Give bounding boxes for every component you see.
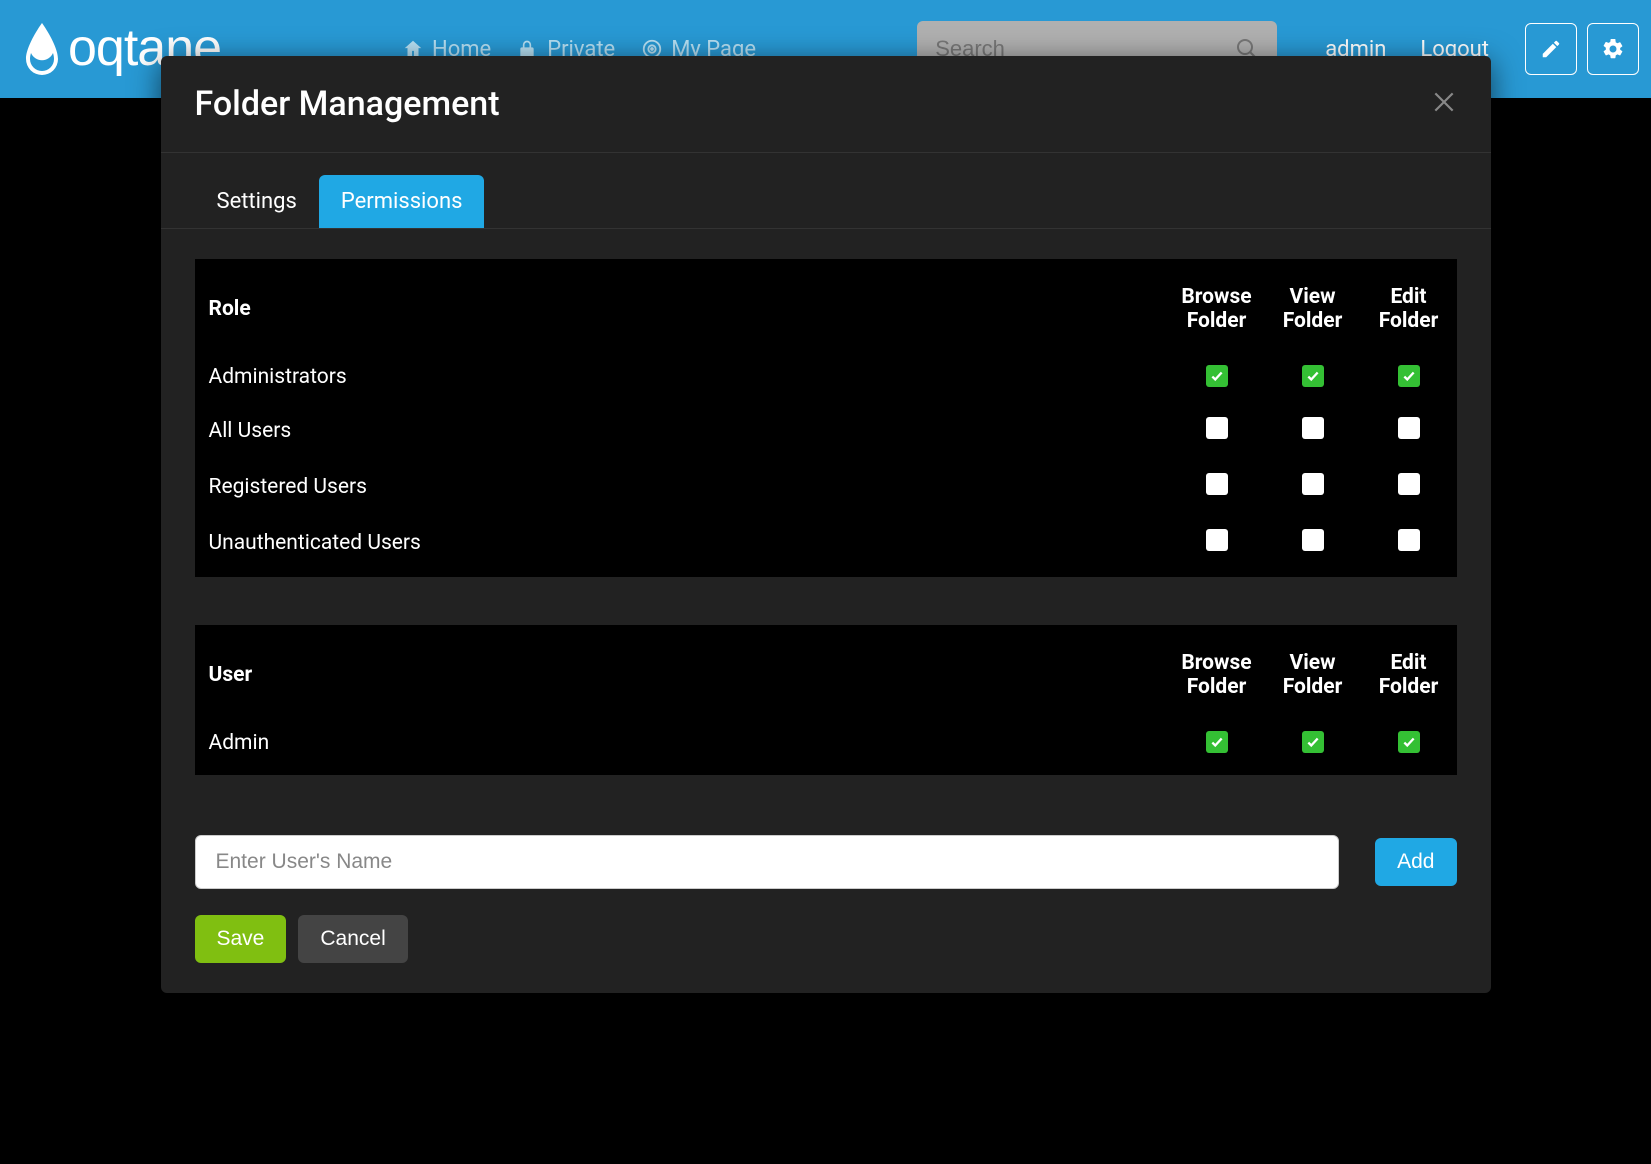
table-row: Unauthenticated Users bbox=[195, 515, 1457, 577]
view-header: ViewFolder bbox=[1265, 625, 1361, 717]
edit-header: EditFolder bbox=[1361, 625, 1457, 717]
role-name: Administrators bbox=[195, 351, 1169, 403]
table-row: Registered Users bbox=[195, 459, 1457, 515]
tab-settings[interactable]: Settings bbox=[195, 175, 319, 228]
browse-header: BrowseFolder bbox=[1169, 259, 1265, 351]
add-user-row: Add bbox=[161, 805, 1491, 901]
role-edit-checkbox[interactable] bbox=[1398, 473, 1420, 495]
role-browse-checkbox[interactable] bbox=[1206, 529, 1228, 551]
edit-header: EditFolder bbox=[1361, 259, 1457, 351]
modal-close-button[interactable] bbox=[1431, 89, 1457, 119]
table-row: Administrators bbox=[195, 351, 1457, 403]
user-header: User bbox=[195, 625, 1169, 717]
save-button[interactable]: Save bbox=[195, 915, 287, 963]
folder-management-modal: Folder Management Settings Permissions R… bbox=[161, 56, 1491, 993]
tab-permissions[interactable]: Permissions bbox=[319, 175, 485, 228]
role-view-checkbox[interactable] bbox=[1302, 473, 1324, 495]
view-header: ViewFolder bbox=[1265, 259, 1361, 351]
user-permissions-table: User BrowseFolder ViewFolder EditFolder … bbox=[195, 625, 1457, 775]
cancel-button[interactable]: Cancel bbox=[298, 915, 407, 963]
table-row: Admin bbox=[195, 717, 1457, 775]
role-edit-checkbox[interactable] bbox=[1398, 417, 1420, 439]
user-name: Admin bbox=[195, 717, 1169, 775]
user-edit-checkbox[interactable] bbox=[1398, 731, 1420, 753]
role-edit-checkbox[interactable] bbox=[1398, 365, 1420, 387]
table-row: All Users bbox=[195, 403, 1457, 459]
modal-footer: Save Cancel bbox=[161, 901, 1491, 963]
role-name: All Users bbox=[195, 403, 1169, 459]
role-browse-checkbox[interactable] bbox=[1206, 365, 1228, 387]
modal-header: Folder Management bbox=[161, 56, 1491, 153]
role-header: Role bbox=[195, 259, 1169, 351]
user-view-checkbox[interactable] bbox=[1302, 731, 1324, 753]
role-name: Unauthenticated Users bbox=[195, 515, 1169, 577]
role-view-checkbox[interactable] bbox=[1302, 529, 1324, 551]
modal-backdrop: Folder Management Settings Permissions R… bbox=[0, 0, 1651, 1164]
user-browse-checkbox[interactable] bbox=[1206, 731, 1228, 753]
permissions-panel: Role BrowseFolder ViewFolder EditFolder … bbox=[161, 229, 1491, 805]
close-icon bbox=[1431, 89, 1457, 115]
role-view-checkbox[interactable] bbox=[1302, 417, 1324, 439]
role-browse-checkbox[interactable] bbox=[1206, 417, 1228, 439]
add-user-button[interactable]: Add bbox=[1375, 838, 1456, 886]
role-view-checkbox[interactable] bbox=[1302, 365, 1324, 387]
add-user-input[interactable] bbox=[195, 835, 1340, 889]
role-name: Registered Users bbox=[195, 459, 1169, 515]
role-permissions-table: Role BrowseFolder ViewFolder EditFolder … bbox=[195, 259, 1457, 577]
role-edit-checkbox[interactable] bbox=[1398, 529, 1420, 551]
browse-header: BrowseFolder bbox=[1169, 625, 1265, 717]
modal-tabs: Settings Permissions bbox=[161, 153, 1491, 229]
modal-title: Folder Management bbox=[195, 84, 500, 124]
role-browse-checkbox[interactable] bbox=[1206, 473, 1228, 495]
